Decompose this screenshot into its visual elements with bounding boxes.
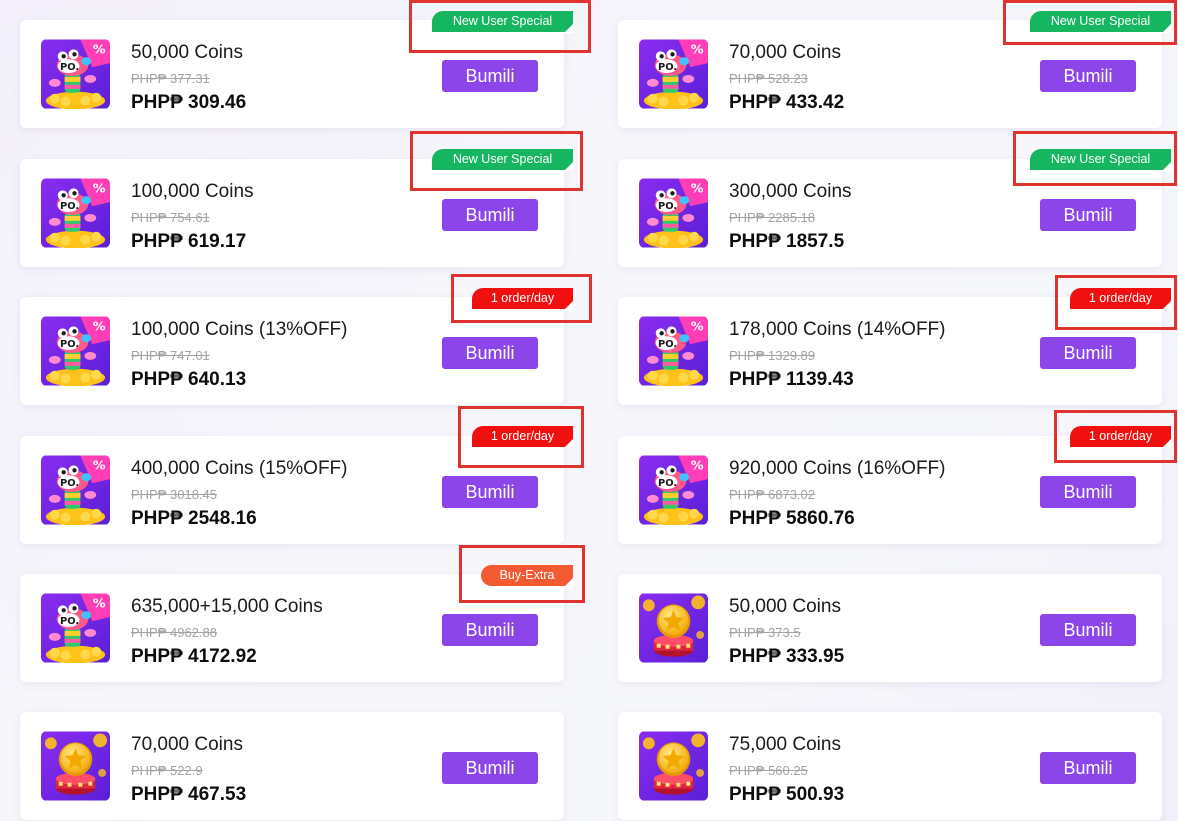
product-card: 400,000 Coins (15%OFF) PHP₱ 3018.45 PHP₱… — [20, 436, 564, 544]
buy-button[interactable]: Bumili — [442, 199, 538, 231]
product-title: 75,000 Coins — [729, 734, 841, 755]
buy-extra-tag: Buy-Extra — [481, 565, 573, 587]
product-title: 635,000+15,000 Coins — [131, 596, 323, 617]
bean-mascot-icon — [41, 455, 110, 525]
original-price: PHP₱ 522.9 — [131, 763, 203, 778]
product-title: 50,000 Coins — [131, 42, 243, 63]
buy-button[interactable]: Bumili — [1040, 476, 1136, 508]
original-price: PHP₱ 560.25 — [729, 763, 808, 778]
buy-button[interactable]: Bumili — [1040, 752, 1136, 784]
bean-mascot-icon — [639, 455, 708, 525]
sale-price: PHP₱ 640.13 — [131, 369, 247, 390]
new-user-special-tag: New User Special — [432, 149, 573, 171]
bean-mascot-icon — [41, 593, 110, 663]
one-order-per-day-tag: 1 order/day — [1070, 426, 1171, 448]
sale-price: PHP₱ 1139.43 — [729, 369, 854, 390]
product-title: 70,000 Coins — [131, 734, 243, 755]
one-order-per-day-tag: 1 order/day — [472, 426, 573, 448]
product-title: 50,000 Coins — [729, 596, 841, 617]
product-title: 100,000 Coins — [131, 181, 254, 202]
original-price: PHP₱ 1329.89 — [729, 348, 816, 363]
buy-button[interactable]: Bumili — [442, 476, 538, 508]
new-user-special-tag: New User Special — [432, 11, 573, 33]
original-price: PHP₱ 528.23 — [729, 71, 808, 86]
product-title: 178,000 Coins (14%OFF) — [729, 319, 946, 340]
product-card: 50,000 Coins PHP₱ 373.5 PHP₱ 333.95 Bumi… — [618, 574, 1162, 682]
product-card: 50,000 Coins PHP₱ 377.31 PHP₱ 309.46 Bum… — [20, 20, 564, 128]
product-card: 75,000 Coins PHP₱ 560.25 PHP₱ 500.93 Bum… — [618, 712, 1162, 820]
buy-button[interactable]: Bumili — [442, 60, 538, 92]
buy-button[interactable]: Bumili — [442, 614, 538, 646]
new-user-special-tag: New User Special — [1030, 11, 1171, 33]
original-price: PHP₱ 747.01 — [131, 348, 210, 363]
bean-mascot-icon — [639, 39, 708, 109]
bean-mascot-icon — [41, 316, 110, 386]
buy-button[interactable]: Bumili — [442, 337, 538, 369]
sale-price: PHP₱ 433.42 — [729, 92, 845, 113]
buy-button[interactable]: Bumili — [442, 752, 538, 784]
bean-mascot-icon — [639, 316, 708, 386]
sale-price: PHP₱ 619.17 — [131, 231, 247, 252]
buy-button[interactable]: Bumili — [1040, 199, 1136, 231]
product-card: 70,000 Coins PHP₱ 528.23 PHP₱ 433.42 Bum… — [618, 20, 1162, 128]
coin-stack-icon — [639, 593, 708, 663]
product-title: 920,000 Coins (16%OFF) — [729, 458, 946, 479]
sale-price: PHP₱ 5860.76 — [729, 508, 855, 529]
product-card: 300,000 Coins PHP₱ 2285.18 PHP₱ 1857.5 B… — [618, 159, 1162, 267]
coin-products-grid: 50,000 Coins PHP₱ 377.31 PHP₱ 309.46 Bum… — [0, 0, 1178, 821]
one-order-per-day-tag: 1 order/day — [1070, 288, 1171, 310]
sale-price: PHP₱ 467.53 — [131, 784, 247, 805]
sale-price: PHP₱ 333.95 — [729, 646, 845, 667]
product-card: 100,000 Coins PHP₱ 754.61 PHP₱ 619.17 Bu… — [20, 159, 564, 267]
product-card: 920,000 Coins (16%OFF) PHP₱ 6873.02 PHP₱… — [618, 436, 1162, 544]
product-title: 400,000 Coins (15%OFF) — [131, 458, 348, 479]
coin-stack-icon — [639, 731, 708, 801]
original-price: PHP₱ 377.31 — [131, 71, 210, 86]
original-price: PHP₱ 754.61 — [131, 210, 210, 225]
bean-mascot-icon — [639, 178, 708, 248]
product-card: 100,000 Coins (13%OFF) PHP₱ 747.01 PHP₱ … — [20, 297, 564, 405]
sale-price: PHP₱ 1857.5 — [729, 231, 845, 252]
product-title: 70,000 Coins — [729, 42, 841, 63]
bean-mascot-icon — [41, 178, 110, 248]
buy-button[interactable]: Bumili — [1040, 337, 1136, 369]
product-card: 635,000+15,000 Coins PHP₱ 4962.88 PHP₱ 4… — [20, 574, 564, 682]
buy-button[interactable]: Bumili — [1040, 614, 1136, 646]
bean-mascot-icon — [41, 39, 110, 109]
product-card: 178,000 Coins (14%OFF) PHP₱ 1329.89 PHP₱… — [618, 297, 1162, 405]
sale-price: PHP₱ 2548.16 — [131, 508, 257, 529]
original-price: PHP₱ 2285.18 — [729, 210, 816, 225]
original-price: PHP₱ 373.5 — [729, 625, 801, 640]
one-order-per-day-tag: 1 order/day — [472, 288, 573, 310]
original-price: PHP₱ 4962.88 — [131, 625, 218, 640]
original-price: PHP₱ 3018.45 — [131, 487, 218, 502]
coin-stack-icon — [41, 731, 110, 801]
product-title: 300,000 Coins — [729, 181, 852, 202]
buy-button[interactable]: Bumili — [1040, 60, 1136, 92]
sale-price: PHP₱ 4172.92 — [131, 646, 257, 667]
product-card: 70,000 Coins PHP₱ 522.9 PHP₱ 467.53 Bumi… — [20, 712, 564, 820]
sale-price: PHP₱ 309.46 — [131, 92, 247, 113]
sale-price: PHP₱ 500.93 — [729, 784, 845, 805]
new-user-special-tag: New User Special — [1030, 149, 1171, 171]
original-price: PHP₱ 6873.02 — [729, 487, 816, 502]
product-title: 100,000 Coins (13%OFF) — [131, 319, 348, 340]
